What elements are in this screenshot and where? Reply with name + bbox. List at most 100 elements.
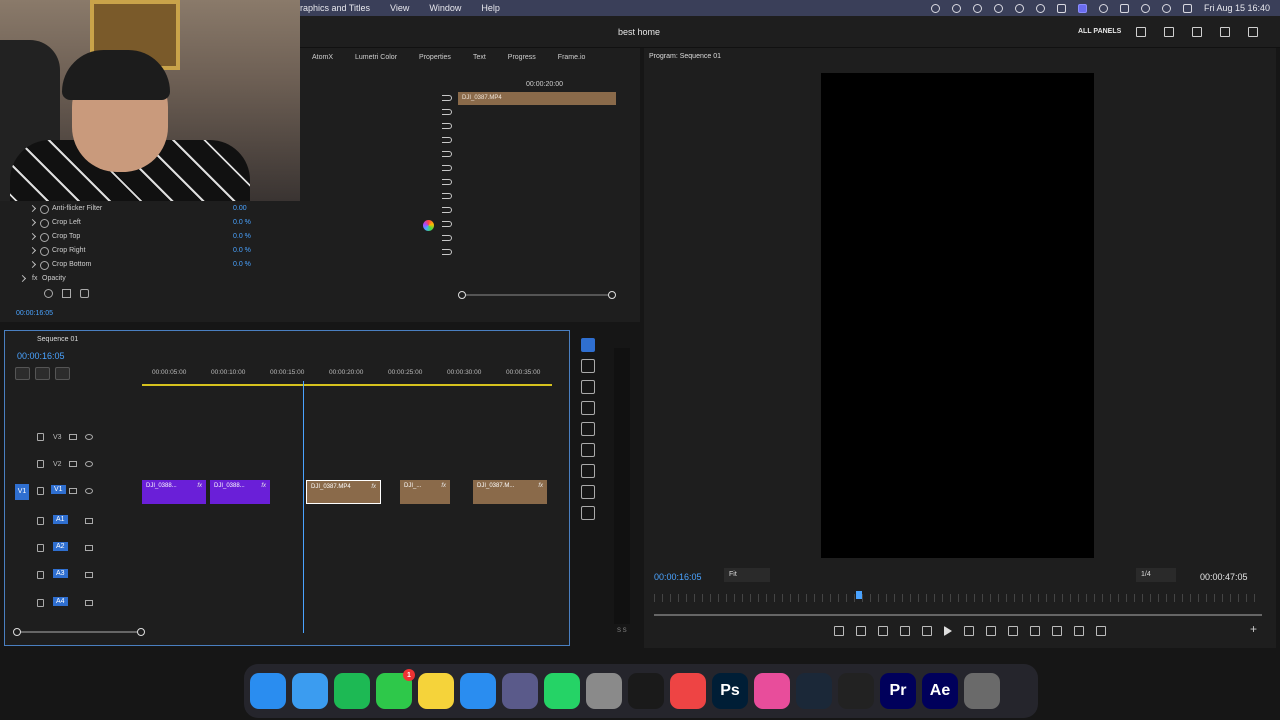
clock[interactable]: Fri Aug 15 16:40 xyxy=(1204,3,1270,13)
lock-icon[interactable] xyxy=(37,544,44,552)
track-select-tool-icon[interactable] xyxy=(581,359,595,373)
selection-tool-icon[interactable] xyxy=(581,338,595,352)
rectangle-mask-icon[interactable] xyxy=(62,289,71,298)
track-a2[interactable]: A2 xyxy=(15,539,555,559)
tab-properties[interactable]: Properties xyxy=(419,54,451,61)
timeline-clip[interactable]: DJI_0388... fx xyxy=(142,480,206,504)
stopwatch-icon[interactable] xyxy=(40,247,49,256)
property-row[interactable]: Crop Top 0.0 % xyxy=(0,231,455,245)
property-row[interactable]: Crop Left 0.0 % xyxy=(0,217,455,231)
reset-icon[interactable] xyxy=(442,207,452,213)
reset-icon[interactable] xyxy=(442,165,452,171)
rectangle-tool-icon[interactable] xyxy=(581,464,595,478)
chevron-right-icon[interactable] xyxy=(28,232,37,241)
property-row[interactable]: Anti-flicker Filter 0.00 xyxy=(0,203,455,217)
step-forward-icon[interactable] xyxy=(964,626,974,636)
snap-icon[interactable] xyxy=(35,367,50,380)
wrench-icon[interactable] xyxy=(95,367,110,380)
lift-icon[interactable] xyxy=(1008,626,1018,636)
sequence-tab[interactable]: Sequence 01 xyxy=(37,336,78,343)
whatsapp-icon[interactable] xyxy=(544,673,580,709)
reset-icon[interactable] xyxy=(442,221,452,227)
record-icon[interactable] xyxy=(972,3,982,13)
mute-icon[interactable] xyxy=(85,600,93,606)
search-icon[interactable] xyxy=(1161,3,1171,13)
menu-help[interactable]: Help xyxy=(481,3,500,13)
reset-icon[interactable] xyxy=(442,109,452,115)
program-playhead[interactable] xyxy=(856,591,862,599)
notes-icon[interactable] xyxy=(418,673,454,709)
ripple-edit-tool-icon[interactable] xyxy=(581,380,595,394)
reset-icon[interactable] xyxy=(442,137,452,143)
eye-icon[interactable] xyxy=(85,434,93,440)
stopwatch-icon[interactable] xyxy=(40,261,49,270)
chevron-right-icon[interactable] xyxy=(28,246,37,255)
pen-mask-icon[interactable] xyxy=(80,289,89,298)
safari-icon[interactable] xyxy=(292,673,328,709)
tab-atomx[interactable]: AtomX xyxy=(312,54,333,61)
mute-icon[interactable] xyxy=(85,572,93,578)
reset-icon[interactable] xyxy=(442,123,452,129)
effect-timeline-scrollbar[interactable] xyxy=(458,291,616,299)
program-monitor-title[interactable]: Program: Sequence 01 xyxy=(649,53,721,60)
reset-icon[interactable] xyxy=(442,179,452,185)
menu-window[interactable]: Window xyxy=(429,3,461,13)
ellipse-mask-icon[interactable] xyxy=(44,289,53,298)
firefox-icon[interactable] xyxy=(754,673,790,709)
launchpad-icon[interactable] xyxy=(502,673,538,709)
pen-tool-icon[interactable] xyxy=(581,443,595,457)
tab-frameio[interactable]: Frame.io xyxy=(558,54,586,61)
sync-lock-icon[interactable] xyxy=(69,488,77,494)
sync-lock-icon[interactable] xyxy=(69,461,77,467)
zoom-fit-dropdown[interactable]: Fit xyxy=(724,568,770,582)
eye-icon[interactable] xyxy=(85,488,93,494)
play-icon[interactable] xyxy=(944,626,952,636)
marker-icon[interactable] xyxy=(75,367,90,380)
tab-text[interactable]: Text xyxy=(473,54,486,61)
reset-icon[interactable] xyxy=(442,235,452,241)
menu-icon[interactable] xyxy=(1192,27,1202,37)
fullscreen-icon[interactable] xyxy=(1248,27,1258,37)
chevron-down-icon[interactable] xyxy=(18,274,27,283)
reset-icon[interactable] xyxy=(442,151,452,157)
type-tool-icon[interactable] xyxy=(581,506,595,520)
program-video-frame[interactable] xyxy=(821,73,1094,558)
playback-resolution-dropdown[interactable]: 1/4 xyxy=(1136,568,1176,582)
screen-icon[interactable] xyxy=(1035,3,1045,13)
chevron-right-icon[interactable] xyxy=(28,204,37,213)
lock-icon[interactable] xyxy=(37,571,44,579)
tab-lumetri-color[interactable]: Lumetri Color xyxy=(355,54,397,61)
aftereffects-icon[interactable]: Ae xyxy=(922,673,958,709)
program-zoom-scrollbar[interactable] xyxy=(654,614,1262,616)
play-icon[interactable] xyxy=(1098,3,1108,13)
work-area-bar[interactable] xyxy=(142,384,552,386)
property-value[interactable]: 0.0 % xyxy=(233,233,251,240)
vr-video-icon[interactable] xyxy=(1096,626,1106,636)
property-value[interactable]: 0.0 % xyxy=(233,247,251,254)
stopwatch-icon[interactable] xyxy=(40,219,49,228)
obs-icon[interactable] xyxy=(838,673,874,709)
tab-progress[interactable]: Progress xyxy=(508,54,536,61)
insert-icon[interactable] xyxy=(15,367,30,380)
finder-icon[interactable] xyxy=(250,673,286,709)
headphones-icon[interactable] xyxy=(1014,3,1024,13)
go-to-out-icon[interactable] xyxy=(986,626,996,636)
chevron-right-icon[interactable] xyxy=(28,218,37,227)
playhead[interactable] xyxy=(303,381,304,633)
lock-icon[interactable] xyxy=(37,599,44,607)
property-value[interactable]: 0.00 xyxy=(233,205,247,212)
bluetooth-icon[interactable] xyxy=(993,3,1003,13)
track-a4[interactable]: A4 xyxy=(15,594,555,614)
reset-icon[interactable] xyxy=(442,249,452,255)
stopwatch-icon[interactable] xyxy=(40,233,49,242)
timeline-clip[interactable]: DJI_0387.M... fx xyxy=(473,480,547,504)
menu-view[interactable]: View xyxy=(390,3,409,13)
export-frame-icon[interactable] xyxy=(1052,626,1062,636)
chevron-right-icon[interactable] xyxy=(28,260,37,269)
activity-icon[interactable] xyxy=(628,673,664,709)
photoshop-icon[interactable]: Ps xyxy=(712,673,748,709)
zoom-tool-icon[interactable] xyxy=(581,485,595,499)
timeline-clip[interactable]: DJI_0388... fx xyxy=(210,480,270,504)
track-a1[interactable]: A1 xyxy=(15,512,555,532)
extract-icon[interactable] xyxy=(1030,626,1040,636)
